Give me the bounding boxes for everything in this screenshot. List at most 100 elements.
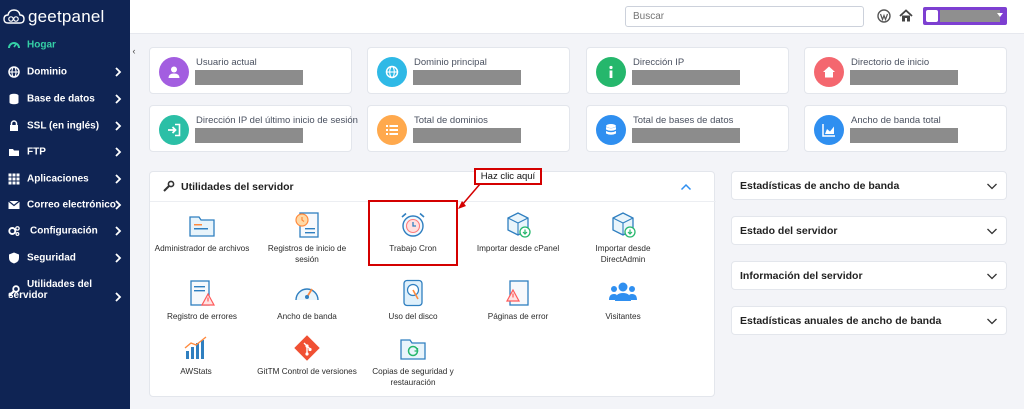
card-value-redacted bbox=[195, 70, 303, 85]
chevron-right-icon bbox=[115, 292, 122, 302]
caret-down-icon bbox=[997, 13, 1003, 17]
git-icon bbox=[294, 335, 320, 361]
sidebar-item-correo[interactable]: Correo electrónico bbox=[0, 192, 130, 218]
card-label: Total de bases de datos bbox=[633, 115, 734, 126]
card-label: Usuario actual bbox=[196, 57, 257, 68]
sidebar-item-label: Aplicaciones bbox=[27, 173, 89, 185]
sidebar-item-label: Configuración bbox=[30, 225, 98, 237]
card-current-user: Usuario actual bbox=[149, 47, 352, 94]
card-label: Dirección IP del último inicio de sesión bbox=[196, 115, 358, 126]
sidebar-item-dominio[interactable]: Dominio bbox=[0, 59, 130, 85]
card-label: Total de dominios bbox=[414, 115, 488, 126]
util-label: Administrador de archivos bbox=[154, 244, 250, 253]
annotation-callout: Haz clic aquí bbox=[474, 168, 542, 185]
util-label: Importar desde cPanel bbox=[476, 244, 560, 253]
panel-title: Estado del servidor bbox=[740, 225, 838, 237]
logo[interactable]: geetpanel bbox=[3, 4, 127, 30]
sidebar-item-aplicaciones[interactable]: Aplicaciones bbox=[0, 166, 130, 192]
chevron-up-icon[interactable] bbox=[680, 181, 692, 193]
card-value-redacted bbox=[413, 128, 521, 143]
chevron-down-icon bbox=[987, 273, 997, 280]
chevron-right-icon bbox=[115, 121, 122, 131]
util-label: Registro de errores bbox=[166, 312, 238, 321]
util-label: Uso del disco bbox=[388, 312, 438, 321]
sidebar-item-hogar[interactable]: Hogar bbox=[0, 32, 130, 58]
util-label: Copias de seguridad y restauración bbox=[372, 367, 454, 387]
globe-icon bbox=[377, 57, 407, 87]
grid-icon bbox=[8, 173, 20, 185]
sidebar-item-label: Hogar bbox=[27, 39, 56, 51]
chevron-right-icon bbox=[115, 226, 122, 236]
search-input[interactable] bbox=[625, 6, 864, 27]
disk-usage-icon bbox=[403, 279, 423, 307]
card-value-redacted bbox=[850, 70, 958, 85]
error-log-icon bbox=[190, 280, 216, 306]
sidebar-item-configuracion[interactable]: Configuración bbox=[0, 218, 130, 244]
chevron-right-icon bbox=[115, 200, 122, 210]
logo-text: geetpanel bbox=[28, 7, 105, 26]
card-value-redacted bbox=[632, 128, 740, 143]
lock-icon bbox=[8, 120, 20, 132]
sidebar-item-base-de-datos[interactable]: Base de datos bbox=[0, 86, 130, 112]
panel-annual-bandwidth[interactable]: Estadísticas anuales de ancho de banda bbox=[731, 306, 1007, 335]
util-label: Páginas de error bbox=[487, 312, 549, 321]
user-menu-button[interactable] bbox=[923, 7, 1007, 25]
sidebar-item-label: Base de datos bbox=[27, 93, 95, 105]
panel-server-info[interactable]: Información del servidor bbox=[731, 261, 1007, 290]
sidebar-item-ftp[interactable]: FTP bbox=[0, 139, 130, 165]
sidebar-item-label: SSL (en inglés) bbox=[27, 120, 100, 132]
card-label: Dominio principal bbox=[414, 57, 487, 68]
chevron-right-icon bbox=[115, 147, 122, 157]
util-label: GitTM Control de versiones bbox=[257, 367, 357, 376]
list-icon bbox=[377, 115, 407, 145]
dashboard-icon bbox=[8, 39, 20, 51]
panel-title: Información del servidor bbox=[740, 270, 863, 282]
card-total-domains: Total de dominios bbox=[367, 105, 570, 152]
wrench-icon bbox=[163, 180, 175, 192]
wordpress-icon[interactable] bbox=[877, 9, 891, 23]
sidebar-item-label: FTP bbox=[27, 146, 46, 158]
sidebar: geetpanel Hogar Dominio Base de datos SS… bbox=[0, 0, 130, 409]
sidebar-item-ssl[interactable]: SSL (en inglés) bbox=[0, 113, 130, 139]
chevron-down-icon bbox=[987, 183, 997, 190]
util-label: Registros de inicio de sesión bbox=[267, 244, 347, 264]
sidebar-collapse-toggle[interactable]: ‹ bbox=[130, 44, 138, 58]
util-label: Importar desde DirectAdmin bbox=[595, 244, 651, 264]
chevron-right-icon bbox=[115, 253, 122, 263]
panel-server-status[interactable]: Estado del servidor bbox=[731, 216, 1007, 245]
util-label: AWStats bbox=[180, 367, 212, 376]
awstats-icon bbox=[184, 336, 207, 359]
gears-icon bbox=[8, 225, 20, 237]
import-box-icon bbox=[612, 212, 636, 238]
sidebar-item-utilidades[interactable]: Utilidades del servidor bbox=[0, 277, 130, 311]
user-icon bbox=[159, 57, 189, 87]
util-label: Ancho de banda bbox=[277, 312, 337, 321]
home-icon[interactable] bbox=[899, 9, 913, 23]
card-label: Dirección IP bbox=[633, 57, 685, 68]
panel-bandwidth-stats[interactable]: Estadísticas de ancho de banda bbox=[731, 171, 1007, 200]
error-page-icon bbox=[505, 280, 529, 306]
panel-title: Estadísticas anuales de ancho de banda bbox=[740, 315, 942, 327]
globe-icon bbox=[8, 66, 20, 78]
panel-title: Utilidades del servidor bbox=[181, 181, 294, 193]
card-last-login-ip: Dirección IP del último inicio de sesión bbox=[149, 105, 358, 152]
user-avatar-icon bbox=[926, 10, 938, 22]
folder-icon bbox=[8, 146, 20, 158]
sidebar-item-label: Correo electrónico bbox=[27, 199, 116, 211]
file-manager-icon bbox=[189, 216, 215, 237]
sidebar-item-label: Dominio bbox=[27, 66, 67, 78]
cloud-logo-icon bbox=[3, 9, 25, 24]
chevron-right-icon bbox=[115, 67, 122, 77]
chart-area-icon bbox=[814, 115, 844, 145]
card-main-domain: Dominio principal bbox=[367, 47, 570, 94]
sidebar-item-seguridad[interactable]: Seguridad bbox=[0, 245, 130, 271]
card-value-redacted bbox=[632, 70, 740, 85]
users-icon bbox=[609, 282, 637, 301]
sign-in-icon bbox=[159, 115, 189, 145]
speedometer-icon bbox=[295, 288, 319, 301]
username-redacted bbox=[940, 10, 1000, 22]
envelope-icon bbox=[8, 199, 20, 211]
database-icon bbox=[596, 115, 626, 145]
login-log-icon bbox=[295, 212, 319, 238]
card-total-databases: Total de bases de datos bbox=[586, 105, 789, 152]
